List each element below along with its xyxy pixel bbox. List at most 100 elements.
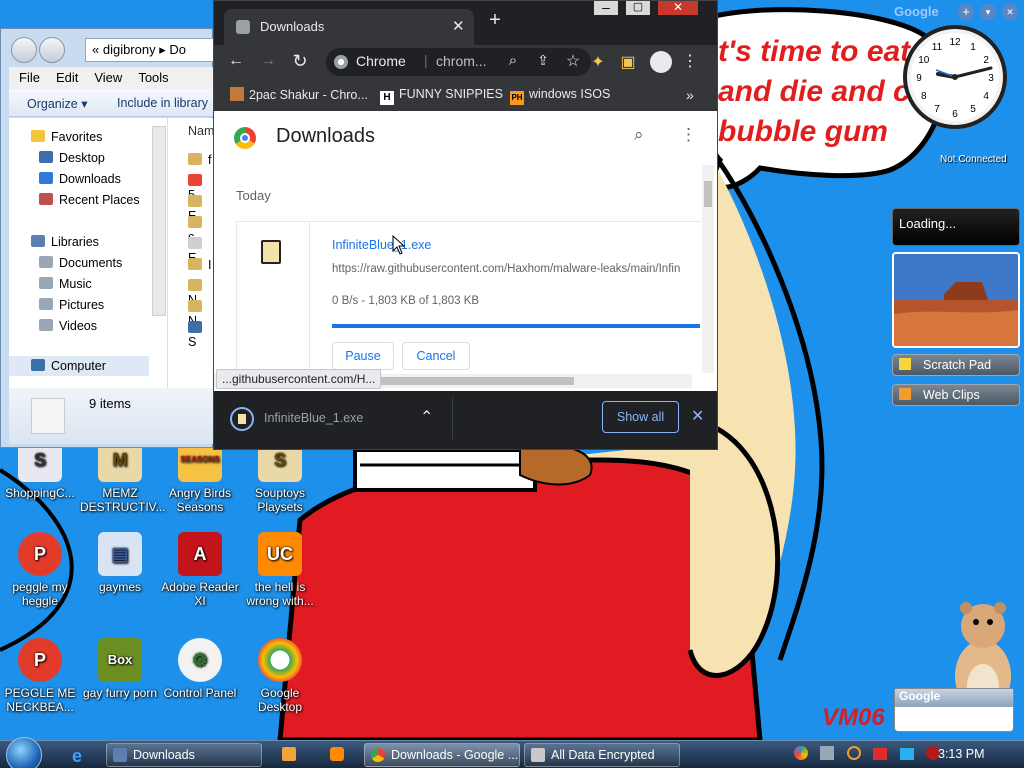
clock-gadget[interactable]: 12 1 2 3 4 5 6 7 8 9 10 11 xyxy=(900,22,1010,132)
desktop-icon-label: gay furry porn xyxy=(82,686,158,700)
scratch-pad-gadget[interactable]: Scratch Pad xyxy=(892,354,1020,376)
forward-arrow-icon[interactable]: → xyxy=(258,52,278,70)
nav-downloads[interactable]: Downloads xyxy=(39,172,121,186)
menu-edit[interactable]: Edit xyxy=(46,67,84,85)
download-filename-link[interactable]: InfiniteBlue_1.exe xyxy=(332,238,431,252)
taskbar-media-player[interactable] xyxy=(270,743,310,767)
taskbar-clock[interactable]: 3:13 PM xyxy=(938,747,985,761)
file-icon xyxy=(188,258,202,270)
taskbar-button-explorer[interactable]: Downloads xyxy=(106,743,262,767)
address-bar[interactable]: « digibrony ▸ Do xyxy=(85,38,225,62)
nav-libraries[interactable]: Libraries xyxy=(31,235,99,249)
link-status-tooltip: ...githubusercontent.com/H... xyxy=(216,369,382,389)
extensions-icon[interactable]: ✦ xyxy=(588,52,608,72)
loading-gadget[interactable]: Loading... xyxy=(892,208,1020,246)
taskbar-ie[interactable]: e xyxy=(60,743,100,767)
file-row[interactable]: f xyxy=(188,153,211,167)
column-header-name[interactable]: Nam xyxy=(188,124,214,138)
nav-computer[interactable]: Computer xyxy=(9,356,149,376)
cancel-button[interactable]: Cancel xyxy=(402,342,470,370)
menu-tools[interactable]: Tools xyxy=(128,67,174,85)
desktop-icon-uc[interactable]: UC the hell is wrong with... xyxy=(240,532,320,608)
reload-icon[interactable]: ↻ xyxy=(290,51,310,72)
minimize-icon[interactable]: – xyxy=(594,1,618,15)
start-button[interactable] xyxy=(6,737,42,768)
taskbar-button-chrome[interactable]: Downloads - Google ... xyxy=(364,743,520,767)
nav-favorites[interactable]: Favorites xyxy=(31,130,102,144)
nav-videos[interactable]: Videos xyxy=(39,319,97,333)
chrome-window[interactable]: Downloads ✕ + – ▢ ✕ ← → ↻ Chrome | chrom… xyxy=(213,0,718,450)
omnibox-divider: | xyxy=(424,52,428,68)
share-icon[interactable]: ⇪ xyxy=(534,52,552,69)
chevron-up-icon[interactable]: ⌃ xyxy=(420,407,433,427)
nav-desktop[interactable]: Desktop xyxy=(39,151,105,165)
nav-recent-places[interactable]: Recent Places xyxy=(39,193,140,207)
tab-downloads[interactable]: Downloads ✕ xyxy=(224,9,474,45)
maximize-icon[interactable]: ▢ xyxy=(626,1,650,15)
file-row[interactable]: I xyxy=(188,258,211,272)
menu-file[interactable]: File xyxy=(9,67,46,85)
network-tray-icon[interactable] xyxy=(899,748,914,760)
profile-avatar-icon[interactable] xyxy=(650,51,672,73)
nav-music[interactable]: Music xyxy=(39,277,92,291)
close-tab-icon[interactable]: ✕ xyxy=(452,17,465,35)
bookmark-funny-snippies[interactable]: H FUNNY SNIPPIES xyxy=(380,87,503,105)
search-icon[interactable]: ⌕ xyxy=(634,125,644,145)
nav-scrollbar[interactable] xyxy=(152,126,166,316)
desktop-icon-box[interactable]: Box gay furry porn xyxy=(80,638,160,700)
shelf-filename[interactable]: InfiniteBlue_1.exe xyxy=(264,411,363,425)
more-options-icon[interactable]: ⋮ xyxy=(680,125,697,145)
horizontal-scrollbar-thumb[interactable] xyxy=(364,377,574,385)
flag-tray-icon[interactable] xyxy=(873,748,888,760)
show-all-button[interactable]: Show all xyxy=(602,401,679,433)
nav-pictures[interactable]: Pictures xyxy=(39,298,104,312)
desktop-icon-peggle[interactable]: P peggle my heggle xyxy=(0,532,80,608)
bookmarks-overflow-icon[interactable]: » xyxy=(686,87,694,103)
taskbar-button-encrypted[interactable]: All Data Encrypted xyxy=(524,743,680,767)
file-row[interactable]: S xyxy=(188,321,214,349)
back-button[interactable] xyxy=(11,37,37,63)
organize-button[interactable]: Organize ▾ xyxy=(27,96,87,111)
bookmark-2pac[interactable]: 2pac Shakur - Chro... xyxy=(230,87,368,102)
download-url[interactable]: https://raw.githubusercontent.com/Haxhom… xyxy=(332,263,700,275)
desktop-icon-gaymes[interactable]: ▤ gaymes xyxy=(80,532,160,594)
close-window-icon[interactable]: ✕ xyxy=(658,1,698,15)
back-arrow-icon[interactable]: ← xyxy=(226,52,246,70)
forward-button[interactable] xyxy=(39,37,65,63)
search-tray-icon[interactable] xyxy=(846,746,861,760)
menu-kebab-icon[interactable]: ⋮ xyxy=(680,51,700,71)
google-desktop-tray-icon[interactable] xyxy=(794,746,808,760)
scrollbar-thumb[interactable] xyxy=(704,181,712,207)
clock-numeral: 11 xyxy=(932,42,943,53)
desktop-icon-adobe[interactable]: A Adobe Reader XI xyxy=(160,532,240,608)
downloads-header: Downloads ⌕ ⋮ xyxy=(214,111,717,165)
libraries-icon xyxy=(31,235,45,247)
bookmark-star-icon[interactable]: ☆ xyxy=(564,51,582,71)
desktop-icon-control-panel[interactable]: ⚙ Control Panel xyxy=(160,638,240,700)
side-panel-icon[interactable]: ▣ xyxy=(618,52,638,72)
nav-documents[interactable]: Documents xyxy=(39,256,122,270)
bookmark-ph-icon: PH xyxy=(510,91,524,105)
include-in-library-button[interactable]: Include in library xyxy=(117,96,208,110)
explorer-window[interactable]: « digibrony ▸ Do FileEditViewToolsHelp O… xyxy=(0,28,225,448)
menu-view[interactable]: View xyxy=(84,67,128,85)
add-gadget-icon[interactable]: + xyxy=(958,4,974,20)
gadget-menu-icon[interactable]: ▾ xyxy=(980,4,996,20)
close-shelf-icon[interactable]: ✕ xyxy=(691,406,704,426)
taskbar-uc-browser[interactable] xyxy=(318,743,358,767)
pause-button[interactable]: Pause xyxy=(332,342,394,370)
bookmark-windows-isos[interactable]: PH windows ISOS xyxy=(510,87,610,105)
desktop-icon-google-desktop[interactable]: Google Desktop xyxy=(240,638,320,714)
tray-app-icon[interactable] xyxy=(820,746,835,760)
page-scrollbar[interactable] xyxy=(702,165,714,373)
web-clips-gadget[interactable]: Web Clips xyxy=(892,384,1020,406)
new-tab-icon[interactable]: + xyxy=(484,9,506,32)
desktop-icon-peggle-2[interactable]: P PEGGLE ME NECKBEA... xyxy=(0,638,80,714)
desktop-icon-memz[interactable]: M MEMZ DESTRUCTIV... xyxy=(80,438,166,514)
gadget-close-icon[interactable]: ✕ xyxy=(1002,4,1018,20)
google-search-gadget[interactable]: Google xyxy=(894,688,1014,732)
omnibox[interactable]: Chrome | chrom... ⌕ ⇪ ☆ xyxy=(326,48,591,76)
chrome-logo-icon xyxy=(234,127,256,149)
slideshow-gadget[interactable] xyxy=(892,252,1020,348)
zoom-icon[interactable]: ⌕ xyxy=(504,52,522,69)
